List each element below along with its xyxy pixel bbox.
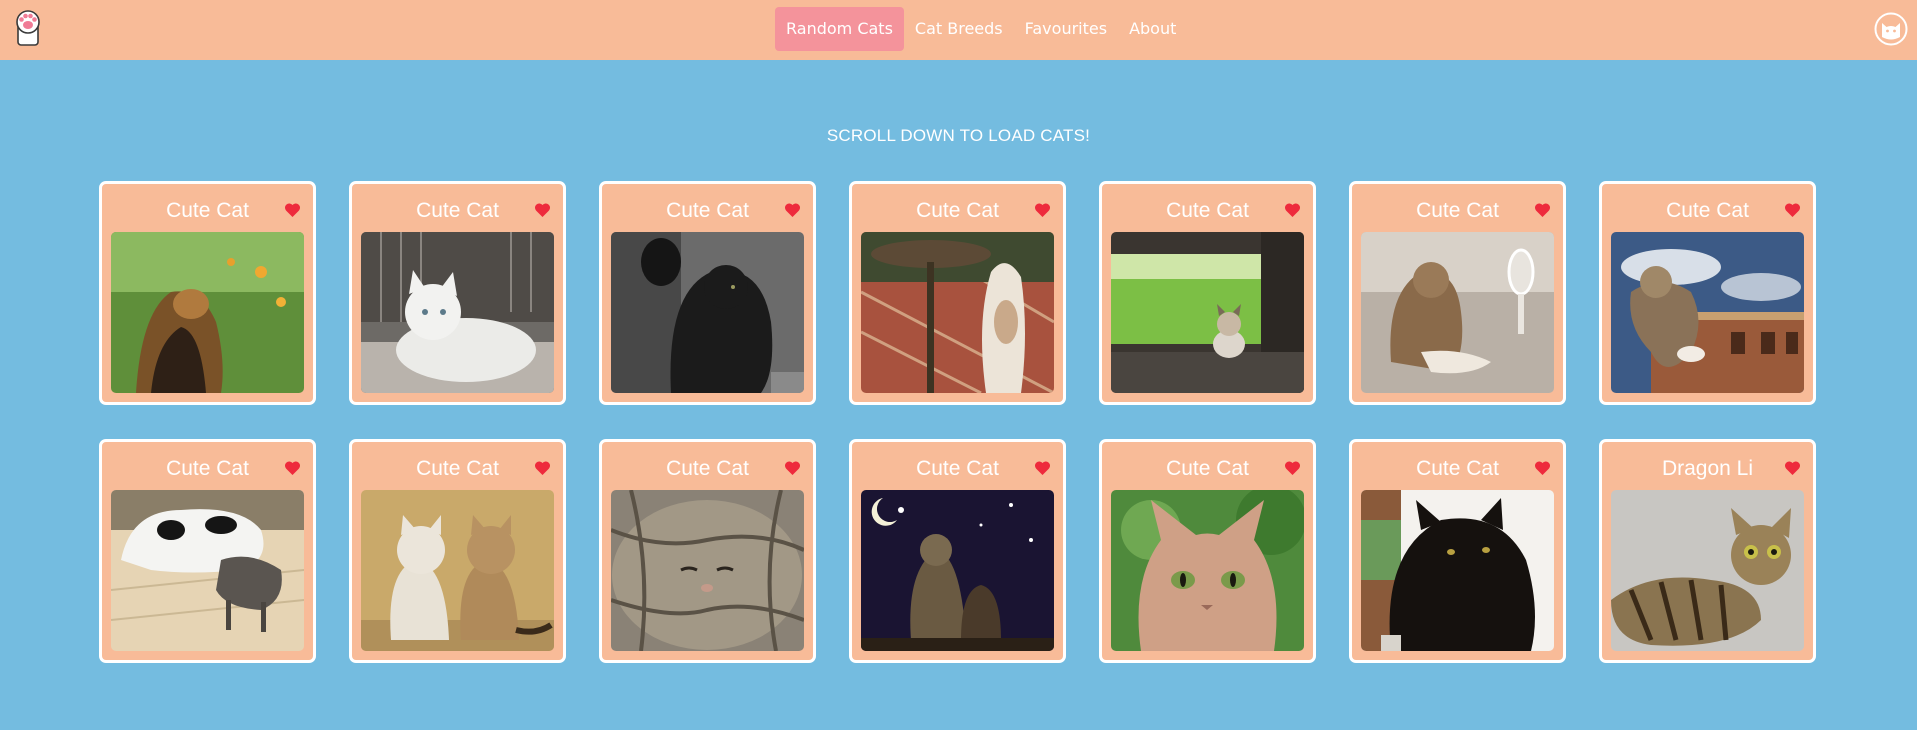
heart-icon[interactable] [1534,202,1551,218]
card-title: Cute Cat [666,199,749,222]
heart-icon[interactable] [1784,460,1801,476]
cat-card: Cute Cat [1349,181,1566,405]
cat-photo[interactable] [1111,490,1304,651]
card-title: Cute Cat [166,457,249,480]
card-title: Cute Cat [666,457,749,480]
heart-icon[interactable] [1034,460,1051,476]
card-title: Cute Cat [1666,199,1749,222]
cat-photo[interactable] [1611,490,1804,651]
card-title: Cute Cat [1416,457,1499,480]
heart-icon[interactable] [284,460,301,476]
cat-photo[interactable] [1361,232,1554,393]
cat-face-icon[interactable] [1874,12,1908,46]
heart-icon[interactable] [784,202,801,218]
paw-icon[interactable] [12,9,44,47]
cat-card: Cute Cat [1599,181,1816,405]
card-title: Cute Cat [916,199,999,222]
cat-card: Cute Cat [599,181,816,405]
cat-photo[interactable] [861,490,1054,651]
card-title: Cute Cat [916,457,999,480]
cat-card: Cute Cat [849,439,1066,663]
cat-photo[interactable] [361,232,554,393]
nav-random-cats[interactable]: Random Cats [775,7,904,51]
cat-grid: Cute Cat Cute Cat Cute Cat Cute Cat Cute… [99,181,1816,663]
heart-icon[interactable] [1284,202,1301,218]
cat-photo[interactable] [1111,232,1304,393]
card-title: Dragon Li [1661,457,1754,480]
cat-card: Cute Cat [849,181,1066,405]
cat-photo[interactable] [611,490,804,651]
cat-card: Dragon Li [1599,439,1816,663]
card-title: Cute Cat [416,199,499,222]
cat-card: Cute Cat [99,439,316,663]
nav-about[interactable]: About [1118,7,1187,51]
navbar: Random Cats Cat Breeds Favourites About [0,0,1917,60]
cat-photo[interactable] [111,490,304,651]
cat-photo[interactable] [1361,490,1554,651]
heart-icon[interactable] [784,460,801,476]
heart-icon[interactable] [534,202,551,218]
cat-card: Cute Cat [1349,439,1566,663]
card-title: Cute Cat [1166,457,1249,480]
nav-favourites[interactable]: Favourites [1014,7,1118,51]
cat-photo[interactable] [111,232,304,393]
heart-icon[interactable] [1534,460,1551,476]
heart-icon[interactable] [1784,202,1801,218]
cat-card: Cute Cat [349,181,566,405]
heart-icon[interactable] [534,460,551,476]
cat-photo[interactable] [861,232,1054,393]
heart-icon[interactable] [1284,460,1301,476]
card-title: Cute Cat [416,457,499,480]
cat-card: Cute Cat [599,439,816,663]
card-title: Cute Cat [166,199,249,222]
cat-photo[interactable] [611,232,804,393]
cat-card: Cute Cat [1099,181,1316,405]
main-nav: Random Cats Cat Breeds Favourites About [775,7,1187,51]
heart-icon[interactable] [284,202,301,218]
cat-card: Cute Cat [99,181,316,405]
card-title: Cute Cat [1166,199,1249,222]
cat-photo[interactable] [1611,232,1804,393]
nav-cat-breeds[interactable]: Cat Breeds [904,7,1014,51]
card-title: Cute Cat [1416,199,1499,222]
scroll-hint: SCROLL DOWN TO LOAD CATS! [826,126,1091,145]
cat-card: Cute Cat [349,439,566,663]
cat-photo[interactable] [361,490,554,651]
cat-card: Cute Cat [1099,439,1316,663]
heart-icon[interactable] [1034,202,1051,218]
